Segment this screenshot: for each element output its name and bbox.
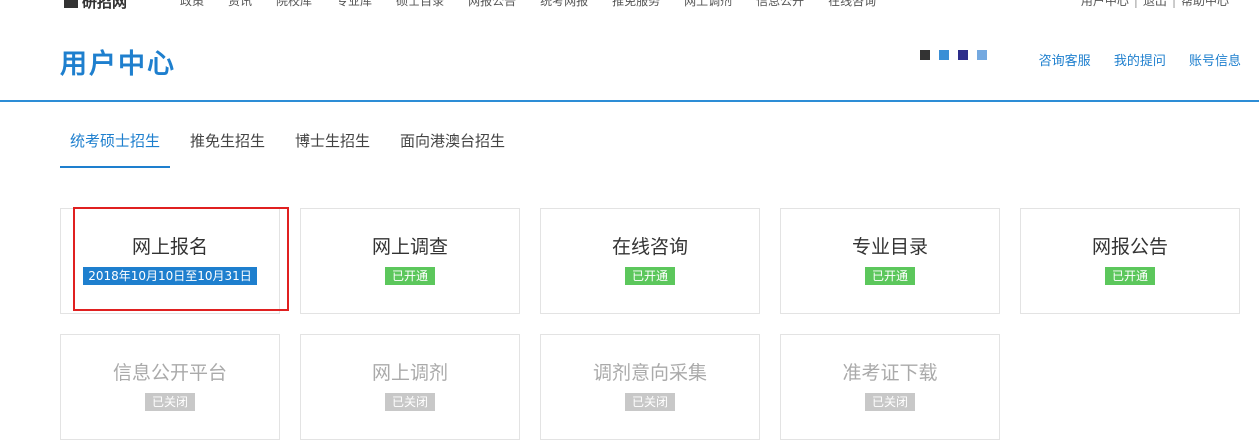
card-registration-notice[interactable]: 网报公告 已开通 [1020,208,1240,314]
nav-item-catalog[interactable]: 硕士目录 [396,0,444,9]
tab-doctoral[interactable]: 博士生招生 [285,118,380,168]
nav-item-notice[interactable]: 网报公告 [468,0,516,9]
nav-item-recommend[interactable]: 推免服务 [612,0,660,9]
nav-item-schools[interactable]: 院校库 [276,0,312,9]
card-online-survey[interactable]: 网上调查 已开通 [300,208,520,314]
customer-service-link[interactable]: 咨询客服 [1039,54,1091,69]
status-badge: 已关闭 [864,393,915,411]
page-title: 用户中心 [60,49,176,80]
square-icon [920,50,930,60]
account-info-link[interactable]: 账号信息 [1189,54,1241,69]
main-nav: 政策 资讯 院校库 专业库 硕士目录 网报公告 统考网报 推免服务 网上调剂 信… [180,0,951,9]
user-center-link[interactable]: 用户中心 [1081,0,1129,8]
card-info-disclosure[interactable]: 信息公开平台 已关闭 [60,334,280,440]
card-major-catalog[interactable]: 专业目录 已开通 [780,208,1000,314]
status-badge: 已关闭 [624,393,675,411]
status-badge: 已开通 [624,267,675,285]
status-badge: 2018年10月10日至10月31日 [83,267,257,285]
card-title: 信息公开平台 [112,362,227,384]
card-title: 网上报名 [131,236,208,258]
nav-item-info[interactable]: 信息公开 [756,0,804,9]
card-online-adjustment[interactable]: 网上调剂 已关闭 [300,334,520,440]
square-icon [939,50,949,60]
card-online-registration[interactable]: 网上报名 2018年10月10日至10月31日 [60,208,280,314]
card-title: 准考证下载 [842,362,938,384]
tab-unified-master[interactable]: 统考硕士招生 [60,118,171,168]
square-icon [977,50,987,60]
my-questions-link[interactable]: 我的提问 [1114,54,1166,69]
nav-item-news[interactable]: 资讯 [228,0,252,9]
tab-hk-macao-taiwan[interactable]: 面向港澳台招生 [390,118,515,168]
status-badge: 已开通 [1104,267,1155,285]
top-user-links: 用户中心 | 退出 | 帮助中心 [1081,0,1229,9]
nav-more-icon[interactable]: ••• [900,0,927,9]
nav-item-consult[interactable]: 在线咨询 [828,0,876,9]
card-title: 网上调查 [371,236,448,258]
nav-item-registration[interactable]: 统考网报 [540,0,588,9]
status-badge: 已开通 [864,267,915,285]
enrollment-tabs: 统考硕士招生 推免生招生 博士生招生 面向港澳台招生 [60,118,525,168]
site-logo[interactable]: 研招网 [64,0,127,12]
help-center-link[interactable]: 帮助中心 [1181,0,1229,8]
page-header: 用户中心 咨询客服 我的提问 账号信息 [0,20,1259,102]
card-adjustment-intent[interactable]: 调剂意向采集 已关闭 [540,334,760,440]
status-badge: 已关闭 [144,393,195,411]
card-title: 专业目录 [851,236,928,258]
status-badge: 已关闭 [384,393,435,411]
header-links: 咨询客服 我的提问 账号信息 [1020,50,1241,69]
decorative-dots [920,50,996,60]
card-admission-ticket[interactable]: 准考证下载 已关闭 [780,334,1000,440]
logout-link[interactable]: 退出 [1143,0,1167,8]
logo-text: 研招网 [82,0,128,11]
nav-item-policy[interactable]: 政策 [180,0,204,9]
logo-icon [64,0,78,8]
card-title: 在线咨询 [611,236,688,258]
status-badge: 已开通 [384,267,435,285]
top-navbar: 研招网 政策 资讯 院校库 专业库 硕士目录 网报公告 统考网报 推免服务 网上… [0,0,1259,12]
nav-item-majors[interactable]: 专业库 [336,0,372,9]
card-title: 调剂意向采集 [592,362,707,384]
card-online-consult[interactable]: 在线咨询 已开通 [540,208,760,314]
tab-recommended[interactable]: 推免生招生 [180,118,275,168]
nav-item-adjust[interactable]: 网上调剂 [684,0,732,9]
card-title: 网报公告 [1091,236,1168,258]
card-title: 网上调剂 [371,362,448,384]
square-icon [958,50,968,60]
